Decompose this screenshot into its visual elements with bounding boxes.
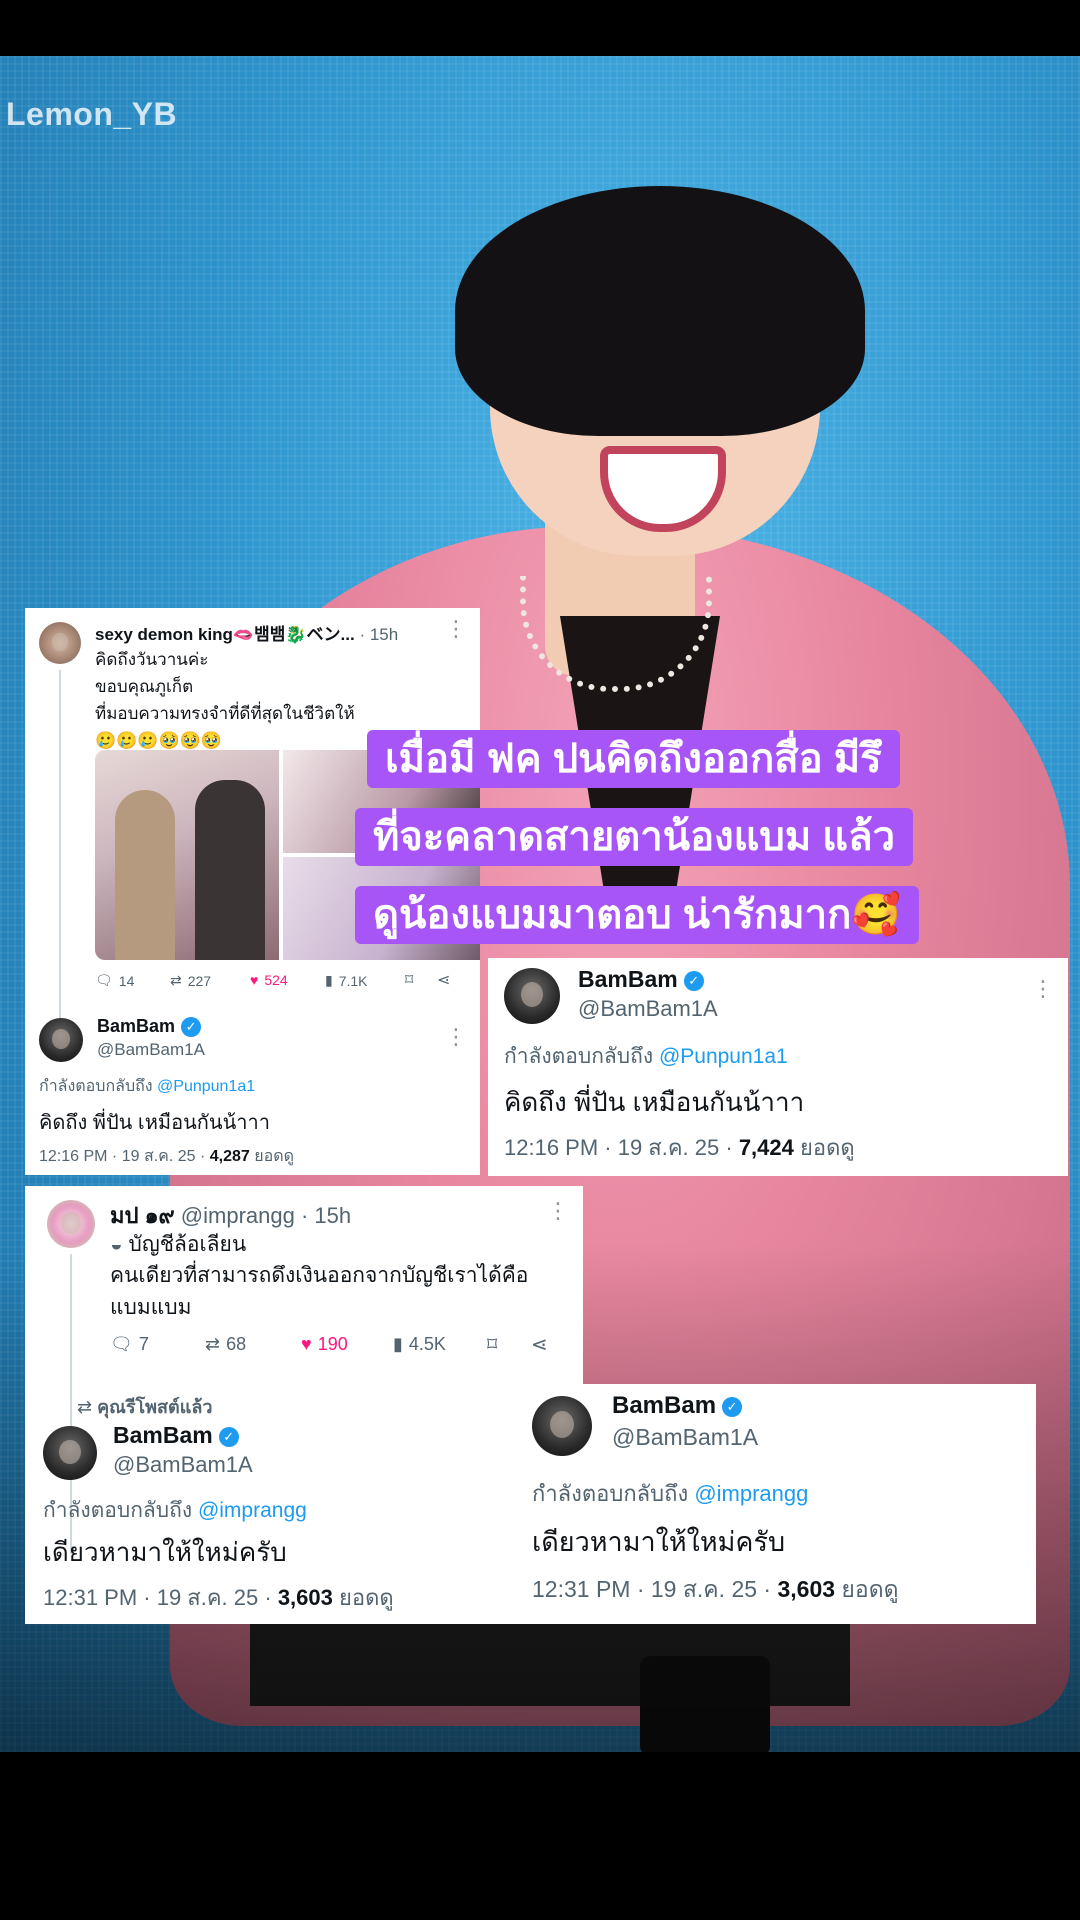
timestamp[interactable]: 12:16 PM · 19 ส.ค. 25 · bbox=[39, 1148, 210, 1165]
post-time: · 15h bbox=[300, 1203, 352, 1228]
views-label: ยอดดู bbox=[249, 1148, 295, 1165]
heart-icon: ♥ bbox=[250, 972, 259, 988]
reposted-label: คุณรีโพสต์แล้ว bbox=[97, 1397, 213, 1417]
tweet-text-line: ที่มอบความทรงจำที่ดีที่สุดในชีวิตให้ bbox=[95, 704, 355, 723]
timestamp[interactable]: 12:16 PM · 19 ส.ค. 25 · bbox=[504, 1135, 739, 1160]
views-icon: ▮ bbox=[393, 1334, 403, 1354]
thread-line bbox=[59, 670, 61, 1060]
author-handle[interactable]: @imprangg bbox=[181, 1203, 295, 1228]
tweet-card-thread-3: มป ๑๙ @imprangg · 15h ⋮ ◒ บัญชีล้อเลียน … bbox=[25, 1186, 583, 1624]
reply-icon: 🗨︎ bbox=[95, 972, 113, 988]
mention-link[interactable]: @imprangg bbox=[694, 1481, 808, 1506]
reply-count: 14 bbox=[118, 972, 135, 989]
repost-count: 68 bbox=[226, 1334, 247, 1354]
like-count: 190 bbox=[317, 1334, 348, 1354]
caption-line: ดูน้องแบมมาตอบ น่ารักมาก🥰 bbox=[355, 886, 920, 944]
tweet-card-reply-4: BamBam ✓ @BamBam1A กำลังตอบกลับถึง @impra… bbox=[510, 1384, 1036, 1624]
mention-link[interactable]: @Punpun1a1 bbox=[157, 1078, 255, 1095]
repost-icon: ⇄ bbox=[205, 1334, 221, 1354]
more-icon[interactable]: ⋮ bbox=[445, 616, 467, 642]
more-icon[interactable]: ⋮ bbox=[547, 1198, 569, 1224]
reply-text: เดียวหามาให้ใหม่ครับ bbox=[532, 1527, 786, 1557]
tweet-text-line: แบมแบม bbox=[110, 1296, 192, 1319]
verified-icon: ✓ bbox=[683, 970, 704, 991]
tweet-text-line: คิดถึงวันวานค่ะ bbox=[95, 650, 209, 669]
mention-link[interactable]: @Punpun1a1 bbox=[659, 1045, 788, 1068]
repost-count: 227 bbox=[187, 972, 212, 989]
like-button[interactable]: ♥ 190 bbox=[301, 1334, 348, 1355]
avatar[interactable] bbox=[532, 1396, 592, 1456]
author-handle[interactable]: @BamBam1A bbox=[612, 1424, 758, 1451]
parody-label: บัญชีล้อเลียน bbox=[128, 1233, 247, 1256]
avatar[interactable] bbox=[43, 1426, 97, 1480]
watermark: Lemon_YB bbox=[6, 96, 178, 132]
reply-text: คิดถึง พี่ปัน เหมือนกันน้าาา bbox=[39, 1112, 270, 1134]
views-label: ยอดดู bbox=[793, 1135, 855, 1160]
replying-label: กำลังตอบกลับถึง bbox=[504, 1045, 654, 1068]
timestamp[interactable]: 12:31 PM · 19 ส.ค. 25 · bbox=[532, 1576, 777, 1602]
avatar[interactable] bbox=[39, 622, 81, 664]
share-icon[interactable]: ⋖ bbox=[437, 970, 450, 990]
mention-link[interactable]: @imprangg bbox=[198, 1499, 307, 1522]
repost-button[interactable]: ⇄ 68 bbox=[205, 1334, 246, 1355]
repost-icon: ⇄ bbox=[170, 972, 182, 988]
views-number: 7,424 bbox=[738, 1135, 794, 1160]
replying-label: กำลังตอบกลับถึง bbox=[43, 1499, 193, 1522]
author-name[interactable]: BamBam bbox=[612, 1392, 716, 1419]
tweet-text-line: ขอบคุณภูเก็ต bbox=[95, 677, 194, 696]
views-count: 4.5K bbox=[408, 1334, 446, 1354]
reply-button[interactable]: 🗨︎ 7 bbox=[110, 1334, 149, 1355]
author-handle[interactable]: @BamBam1A bbox=[97, 1040, 205, 1060]
parody-mask-icon: ◒ bbox=[110, 1233, 123, 1256]
author-name[interactable]: BamBam bbox=[97, 1016, 175, 1036]
author-name[interactable]: BamBam bbox=[578, 966, 678, 992]
tweet-media-1[interactable] bbox=[95, 750, 279, 960]
avatar[interactable] bbox=[47, 1200, 95, 1248]
more-icon[interactable]: ⋮ bbox=[1032, 976, 1054, 1002]
more-icon[interactable]: ⋮ bbox=[445, 1024, 467, 1050]
heart-icon: ♥ bbox=[301, 1334, 312, 1354]
verified-icon: ✓ bbox=[218, 1426, 239, 1447]
views-button[interactable]: ▮ 4.5K bbox=[393, 1334, 446, 1355]
tweet-card-reply-2: BamBam ✓ @BamBam1A ⋮ กำลังตอบกลับถึง @Pun… bbox=[488, 958, 1068, 1176]
like-count: 524 bbox=[264, 972, 288, 988]
reply-text: คิดถึง พี่ปัน เหมือนกันน้าาา bbox=[504, 1087, 805, 1117]
caption-line: เมื่อมี ฟค ปนคิดถึงออกสื่อ มีรึ bbox=[367, 730, 900, 788]
avatar[interactable] bbox=[504, 968, 560, 1024]
author-name[interactable]: BamBam bbox=[113, 1422, 213, 1448]
views-number: 3,603 bbox=[277, 1585, 333, 1610]
views-label: ยอดดู bbox=[332, 1585, 394, 1610]
views-count: 7.1K bbox=[338, 972, 368, 989]
views-icon: ▮ bbox=[325, 972, 333, 988]
author-name[interactable]: มป ๑๙ bbox=[110, 1203, 175, 1228]
verified-icon: ✓ bbox=[722, 1396, 743, 1417]
replying-label: กำลังตอบกลับถึง bbox=[532, 1481, 689, 1506]
bookmark-icon[interactable]: ⌑ bbox=[487, 1332, 497, 1357]
replying-label: กำลังตอบกลับถึง bbox=[39, 1078, 153, 1095]
tweet-text-line: คนเดียวที่สามารถดึงเงินออกจากบัญชีเราได้… bbox=[110, 1264, 529, 1287]
author-handle[interactable]: @BamBam1A bbox=[113, 1452, 253, 1478]
share-icon[interactable]: ⋖ bbox=[531, 1332, 548, 1357]
author-name[interactable]: sexy demon king🫦뱀뱀🐉ベン... bbox=[95, 625, 355, 644]
caption-line: ที่จะคลาดสายตาน้องแบม แล้ว bbox=[355, 808, 914, 866]
reply-icon: 🗨︎ bbox=[110, 1334, 133, 1354]
timestamp[interactable]: 12:31 PM · 19 ส.ค. 25 · bbox=[43, 1585, 278, 1610]
avatar[interactable] bbox=[39, 1018, 83, 1062]
views-number: 4,287 bbox=[209, 1148, 250, 1165]
bookmark-icon[interactable]: ⌑ bbox=[405, 970, 413, 990]
reply-text: เดียวหามาให้ใหม่ครับ bbox=[43, 1537, 287, 1567]
views-number: 3,603 bbox=[777, 1576, 836, 1602]
views-button[interactable]: ▮ 7.1K bbox=[325, 972, 368, 989]
views-label: ยอดดู bbox=[835, 1576, 899, 1602]
verified-icon: ✓ bbox=[181, 1017, 202, 1038]
post-time: · 15h bbox=[359, 625, 399, 644]
author-handle[interactable]: @BamBam1A bbox=[578, 996, 718, 1022]
like-button[interactable]: ♥ 524 bbox=[250, 972, 288, 988]
repost-button[interactable]: ⇄ 227 bbox=[170, 972, 211, 989]
repost-small-icon: ⇄ bbox=[77, 1397, 93, 1417]
reply-count: 7 bbox=[138, 1334, 149, 1354]
reply-button[interactable]: 🗨︎ 14 bbox=[95, 972, 134, 989]
